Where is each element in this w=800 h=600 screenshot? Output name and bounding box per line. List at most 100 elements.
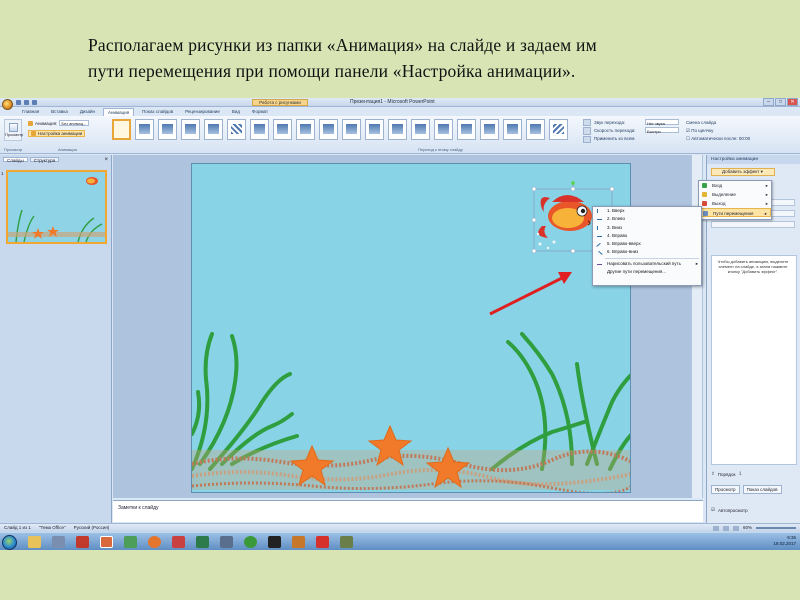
paint-icon[interactable] — [124, 536, 137, 548]
windows-taskbar: 9:35 18.02.2017 — [0, 532, 800, 550]
path-down[interactable]: 3. Вниз — [593, 224, 701, 232]
transition-speed-label: Скорость перехода: — [594, 128, 636, 133]
slide-show-button[interactable]: Показ слайдов — [742, 485, 782, 494]
custom-animation-button[interactable]: Настройка анимации — [28, 130, 86, 137]
firefox-icon[interactable] — [148, 536, 161, 548]
animation-select[interactable]: Без анимац... — [59, 120, 90, 126]
transition-thumb[interactable] — [250, 119, 269, 140]
transition-thumb[interactable] — [204, 119, 223, 140]
app-2-icon[interactable] — [268, 536, 281, 548]
autopreview-label: Автопросмотр — [718, 507, 748, 513]
add-effect-button[interactable]: Добавить эффект ▾ — [711, 168, 775, 176]
transition-thumb[interactable] — [365, 119, 384, 140]
effect-field[interactable] — [711, 221, 795, 228]
transition-thumb[interactable] — [457, 119, 476, 140]
transition-thumb[interactable] — [388, 119, 407, 140]
close-button[interactable]: ✕ — [787, 98, 798, 106]
menu-item-emphasis[interactable]: Выделение ▸ — [699, 190, 771, 199]
preview-icon — [8, 123, 18, 132]
play-button[interactable]: Просмотр — [711, 485, 740, 494]
transition-thumb[interactable] — [319, 119, 338, 140]
slideshow-view-icon[interactable] — [732, 525, 739, 531]
path-label: 5. Вправо-вверх — [607, 241, 641, 247]
preview-button[interactable]: Просмотр — [4, 119, 23, 141]
transition-thumb[interactable] — [526, 119, 545, 140]
animation-list[interactable] — [711, 255, 797, 465]
path-left[interactable]: 2. Влево — [593, 215, 701, 223]
draw-custom-path[interactable]: Нарисовать пользовательский путь ▸ — [593, 260, 701, 268]
transition-thumb[interactable] — [342, 119, 361, 140]
transition-thumb[interactable] — [227, 119, 246, 140]
menu-item-entrance[interactable]: Вход ▸ — [699, 181, 771, 190]
sorter-view-icon[interactable] — [722, 525, 729, 531]
on-click-checkbox[interactable]: ☑ По щелчку — [686, 127, 750, 135]
undo-icon[interactable] — [24, 100, 29, 105]
acrobat-icon[interactable] — [76, 536, 89, 548]
animation-row: Анимация: Без анимац... — [28, 120, 90, 126]
save-icon[interactable] — [16, 100, 21, 105]
transition-speed-select[interactable]: Быстро — [645, 127, 679, 134]
system-tray[interactable]: 9:35 18.02.2017 — [773, 535, 796, 547]
redo-icon[interactable] — [32, 100, 37, 105]
transition-thumb[interactable] — [411, 119, 430, 140]
menu-item-motion-paths[interactable]: Пути перемещения ▸ — [699, 208, 771, 217]
office-button-icon[interactable] — [2, 99, 13, 110]
yandex-icon[interactable] — [316, 536, 329, 548]
reorder-down-icon[interactable]: ⇩ — [739, 471, 743, 477]
excel-icon[interactable] — [196, 536, 209, 548]
transition-thumb[interactable] — [181, 119, 200, 140]
close-pane-icon[interactable]: × — [104, 157, 108, 163]
transition-thumb[interactable] — [158, 119, 177, 140]
quick-access-toolbar — [16, 100, 56, 105]
transition-thumb[interactable] — [503, 119, 522, 140]
explorer-icon[interactable] — [28, 536, 41, 548]
path-right-down[interactable]: 6. Вправо-вниз — [593, 248, 701, 258]
normal-view-icon[interactable] — [712, 525, 719, 531]
tools-icon[interactable] — [340, 536, 353, 548]
start-button-icon[interactable] — [2, 535, 17, 550]
transition-sound-select[interactable]: Нет звука — [645, 119, 679, 126]
gallery-scroll[interactable] — [583, 119, 591, 143]
minimize-button[interactable]: – — [763, 98, 774, 106]
emphasis-icon — [702, 192, 707, 197]
path-label: 1. Вверх — [607, 208, 625, 213]
maximize-button[interactable]: □ — [775, 98, 786, 106]
menu-item-exit[interactable]: Выход ▸ — [699, 199, 771, 208]
zoom-slider[interactable] — [756, 527, 796, 529]
more-motion-paths[interactable]: Другие пути перемещения... — [593, 268, 701, 276]
transition-thumb[interactable] — [273, 119, 292, 140]
powerpoint-icon[interactable] — [100, 536, 113, 548]
notes-pane[interactable]: Заметки к слайду — [113, 500, 703, 522]
pen-tool-icon[interactable] — [220, 536, 233, 548]
pdf-icon[interactable] — [172, 536, 185, 548]
window-title: Презентация1 - Microsoft PowerPoint — [350, 99, 435, 105]
transition-none[interactable] — [112, 119, 131, 140]
transition-thumb[interactable] — [135, 119, 154, 140]
auto-after-value[interactable]: 00:00 — [739, 136, 750, 141]
path-label: 3. Вниз — [607, 224, 623, 230]
slide-canvas[interactable] — [191, 163, 631, 493]
transition-thumb[interactable] — [296, 119, 315, 140]
path-up[interactable]: 1. Вверх — [593, 207, 701, 215]
slide-thumbnail[interactable] — [6, 170, 107, 244]
apply-all-button[interactable]: Применить ко всем — [594, 135, 636, 143]
path-right[interactable]: 4. Вправо — [593, 232, 701, 240]
path-label: Нарисовать пользовательский путь — [607, 260, 681, 266]
calculator-icon[interactable] — [52, 536, 65, 548]
transition-thumb[interactable] — [434, 119, 453, 140]
transition-thumb[interactable] — [549, 119, 568, 140]
autopreview-checkbox[interactable]: ☑ — [711, 507, 715, 513]
path-right-up[interactable]: 5. Вправо-вверх — [593, 240, 701, 250]
status-language[interactable]: Русский (Россия) — [74, 524, 110, 532]
reorder-up-icon[interactable]: ⇧ — [711, 471, 715, 477]
transition-thumb[interactable] — [480, 119, 499, 140]
gimp-icon[interactable] — [292, 536, 305, 548]
torrent-icon[interactable] — [244, 536, 257, 548]
motion-paths-menu: 1. Вверх 2. Влево 3. Вниз 4. Вправо 5. В… — [592, 206, 702, 286]
tab-outline[interactable]: Структура — [29, 157, 60, 163]
zoom-level[interactable]: 60% — [743, 524, 752, 532]
advance-slide-options: Смена слайда ☑ По щелчку ☐ Автоматически… — [686, 119, 750, 143]
auto-after-checkbox[interactable]: ☐ Автоматически после: 00:00 — [686, 135, 750, 143]
custom-animation-icon — [31, 131, 36, 136]
tab-slides[interactable]: Слайды — [3, 157, 28, 163]
